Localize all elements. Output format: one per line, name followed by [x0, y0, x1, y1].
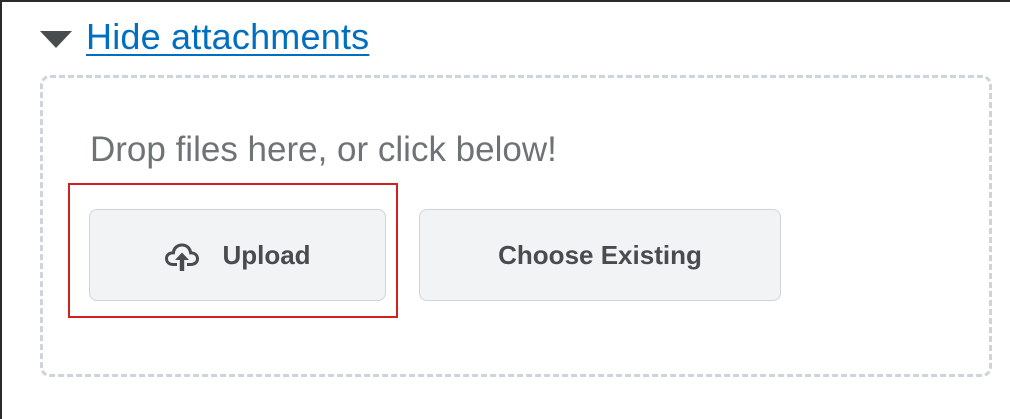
- caret-down-icon: [40, 30, 72, 48]
- upload-button[interactable]: Upload: [89, 209, 386, 301]
- attachments-panel: Hide attachments Drop files here, or cli…: [0, 0, 1010, 419]
- upload-button-label: Upload: [222, 239, 311, 270]
- hide-attachments-toggle[interactable]: Hide attachments: [40, 16, 369, 58]
- file-dropzone[interactable]: Drop files here, or click below! Upload …: [40, 75, 992, 377]
- cloud-upload-icon: [165, 243, 200, 271]
- dropzone-instructions: Drop files here, or click below!: [90, 130, 557, 169]
- hide-attachments-link[interactable]: Hide attachments: [86, 16, 369, 58]
- choose-existing-button[interactable]: Choose Existing: [419, 209, 781, 301]
- choose-existing-button-label: Choose Existing: [498, 239, 702, 270]
